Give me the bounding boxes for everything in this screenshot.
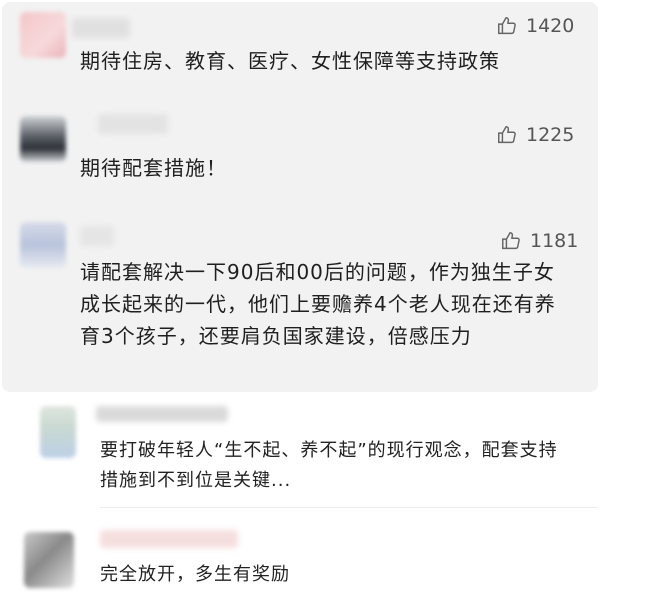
like-count: 1181 <box>530 230 579 252</box>
comment-text: 要打破年轻人“生不起、养不起”的现行观念，配套支持措施到不到位是关键... <box>100 440 558 491</box>
like-count: 1420 <box>526 15 575 37</box>
thumbs-up-icon <box>498 17 516 35</box>
avatar[interactable] <box>40 406 76 458</box>
thumbs-up-icon <box>498 126 516 144</box>
avatar[interactable] <box>20 12 66 58</box>
comment-text: 请配套解决一下90后和00后的问题，作为独生子女成长起来的一代，他们上要赡养4个… <box>80 260 556 348</box>
avatar[interactable] <box>20 222 66 268</box>
avatar[interactable] <box>24 532 74 588</box>
thumbs-up-icon <box>502 232 520 250</box>
like-count: 1225 <box>526 124 575 146</box>
username[interactable] <box>96 406 228 422</box>
like-button[interactable]: 1181 <box>500 230 578 252</box>
comment-text: 期待住房、教育、医疗、女性保障等支持政策 <box>80 49 500 73</box>
username[interactable] <box>80 226 114 246</box>
comment-text: 期待配套措施！ <box>80 156 227 180</box>
like-button[interactable]: 1225 <box>496 124 574 146</box>
username[interactable] <box>100 530 238 548</box>
like-button[interactable]: 1420 <box>496 15 574 37</box>
divider <box>100 507 598 508</box>
username[interactable] <box>98 114 168 134</box>
username[interactable] <box>72 18 130 38</box>
comment-text: 完全放开，多生有奖励 <box>100 564 290 585</box>
avatar[interactable] <box>20 116 66 162</box>
